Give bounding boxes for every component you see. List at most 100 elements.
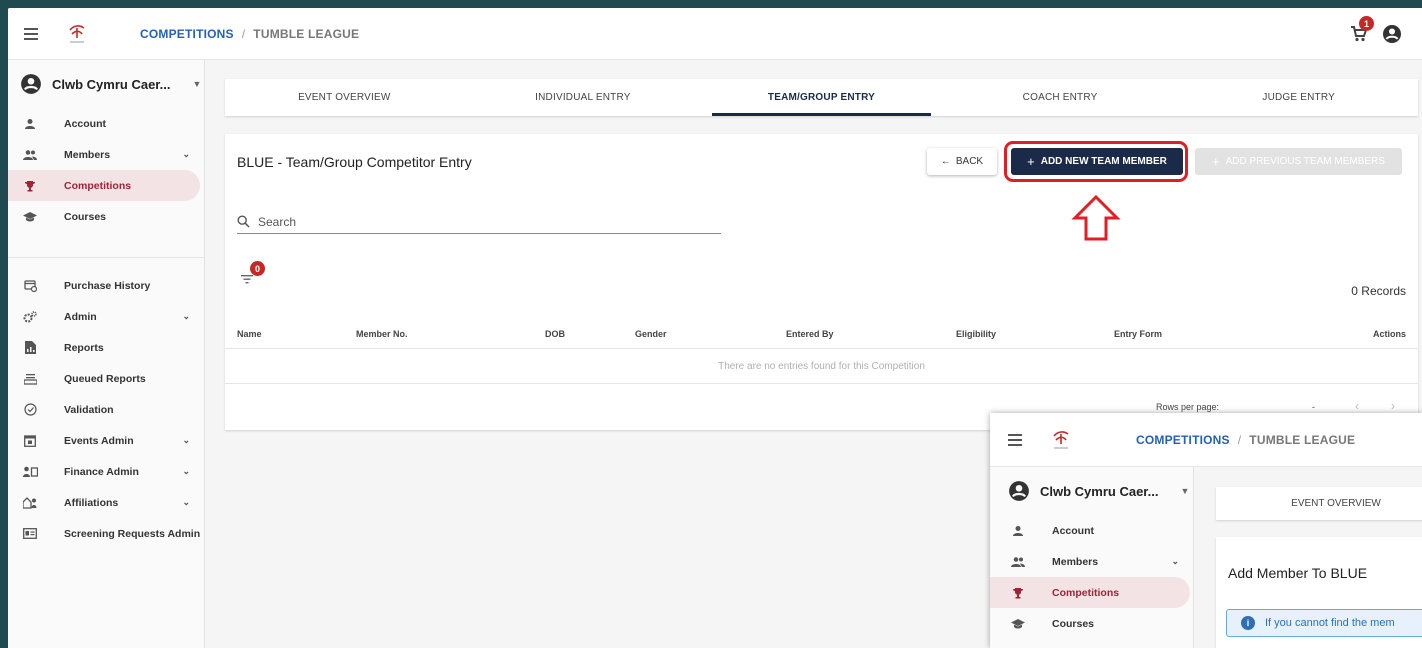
tab-team-group-entry[interactable]: TEAM/GROUP ENTRY — [702, 79, 941, 116]
dropdown-icon: ▼ — [1180, 486, 1190, 496]
school-icon — [1010, 616, 1026, 632]
prev-page-icon[interactable]: ‹ — [1355, 399, 1359, 413]
breadcrumb-competitions[interactable]: COMPETITIONS — [1136, 433, 1230, 447]
menu-icon[interactable] — [1008, 433, 1022, 446]
tab-event-overview[interactable]: EVENT OVERVIEW — [1216, 487, 1422, 520]
entry-card: BLUE - Team/Group Competitor Entry ← BAC… — [225, 134, 1418, 430]
sidebar-item-account[interactable]: Account — [990, 515, 1193, 546]
sidebar-item-label: Account — [1052, 524, 1094, 537]
sidebar-item-queued-reports[interactable]: Queued Reports — [8, 363, 204, 394]
records-count: 0 Records — [1351, 284, 1406, 298]
plus-icon: + — [1212, 154, 1220, 169]
column-dob[interactable]: DOB — [545, 329, 565, 339]
account-circle-icon — [21, 74, 41, 94]
next-page-icon[interactable]: › — [1391, 399, 1395, 413]
breadcrumb-separator: / — [1237, 432, 1242, 447]
add-member-card: Add Member To BLUE i If you cannot find … — [1216, 537, 1422, 648]
column-name[interactable]: Name — [237, 329, 262, 339]
sidebar-item-members[interactable]: Members ⌄ — [990, 546, 1193, 577]
cart-badge: 1 — [1359, 16, 1374, 31]
cart-button[interactable]: 1 — [1348, 16, 1374, 44]
tab-event-overview[interactable]: EVENT OVERVIEW — [225, 79, 464, 116]
sidebar-item-account[interactable]: Account — [8, 108, 204, 139]
sidebar-item-courses[interactable]: Courses — [8, 201, 204, 232]
school-icon — [22, 209, 38, 225]
sidebar-item-label: Members — [64, 148, 111, 161]
group-icon — [1010, 554, 1026, 570]
back-button[interactable]: ← BACK — [927, 148, 997, 175]
breadcrumb-competitions[interactable]: COMPETITIONS — [140, 27, 234, 41]
sidebar-item-events-admin[interactable]: Events Admin ⌄ — [8, 425, 204, 456]
table-header: Name Member No. DOB Gender Entered By El… — [225, 319, 1418, 349]
chevron-down-icon: ⌄ — [182, 435, 190, 445]
chevron-down-icon: ⌄ — [1171, 556, 1179, 566]
sidebar-item-reports[interactable]: Reports — [8, 332, 204, 363]
column-entry-form[interactable]: Entry Form — [1114, 329, 1162, 339]
sidebar-item-label: Competitions — [64, 179, 132, 192]
empty-state-message: There are no entries found for this Comp… — [225, 350, 1418, 384]
sidebar-item-purchase-history[interactable]: Purchase History — [8, 270, 204, 301]
logo-icon — [1053, 430, 1069, 449]
org-selector[interactable]: Clwb Cymru Caer... ▼ — [990, 467, 1193, 515]
breadcrumb-current: TUMBLE LEAGUE — [1249, 432, 1356, 447]
arrow-up-annotation-icon — [1071, 194, 1121, 241]
history-icon — [22, 278, 38, 294]
inset-sidebar: Clwb Cymru Caer... ▼ Account Members ⌄ C… — [990, 467, 1194, 648]
id-card-icon — [22, 526, 38, 542]
sidebar-item-admin[interactable]: Admin ⌄ — [8, 301, 204, 332]
tab-individual-entry[interactable]: INDIVIDUAL ENTRY — [464, 79, 703, 116]
org-selector[interactable]: Clwb Cymru Caer... ▼ — [8, 60, 204, 108]
column-entered-by[interactable]: Entered By — [786, 329, 834, 339]
column-actions: Actions — [1372, 329, 1406, 339]
sidebar-item-label: Purchase History — [64, 279, 151, 292]
info-icon: i — [1241, 616, 1255, 630]
top-bar: COMPETITIONS / TUMBLE LEAGUE 1 — [8, 8, 1422, 60]
add-previous-team-members-button[interactable]: + ADD PREVIOUS TEAM MEMBERS — [1195, 148, 1402, 175]
menu-icon[interactable] — [24, 27, 38, 40]
account-circle-icon — [1009, 481, 1029, 501]
arrow-left-icon: ← — [940, 156, 951, 167]
account-circle-icon[interactable] — [1382, 24, 1402, 44]
column-gender[interactable]: Gender — [635, 329, 667, 339]
sidebar-item-courses[interactable]: Courses — [990, 608, 1193, 639]
search-placeholder: Search — [258, 214, 297, 229]
sidebar-item-label: Admin — [64, 310, 97, 323]
tab-judge-entry[interactable]: JUDGE ENTRY — [1179, 79, 1418, 116]
chevron-down-icon: ⌄ — [182, 497, 190, 507]
trophy-icon — [22, 178, 38, 194]
chevron-down-icon: ⌄ — [182, 149, 190, 159]
sidebar-item-finance-admin[interactable]: Finance Admin ⌄ — [8, 456, 204, 487]
sidebar-divider — [8, 232, 204, 258]
tab-coach-entry[interactable]: COACH ENTRY — [941, 79, 1180, 116]
info-alert-text: If you cannot find the mem — [1265, 617, 1395, 629]
sidebar-item-competitions[interactable]: Competitions — [990, 577, 1190, 608]
sidebar-item-label: Courses — [64, 210, 107, 223]
inset-screenshot: COMPETITIONS / TUMBLE LEAGUE Clwb Cymru Ca… — [990, 413, 1422, 648]
filter-button[interactable]: 0 — [239, 261, 265, 288]
sidebar-item-competitions[interactable]: Competitions — [8, 170, 200, 201]
sidebar-item-affiliations[interactable]: Affiliations ⌄ — [8, 487, 204, 518]
finance-icon — [22, 464, 38, 480]
sidebar-item-label: Affiliations — [64, 496, 119, 509]
column-eligibility[interactable]: Eligibility — [956, 329, 996, 339]
breadcrumb-current: TUMBLE LEAGUE — [253, 26, 360, 41]
column-member-no[interactable]: Member No. — [356, 329, 408, 339]
page-title: BLUE - Team/Group Competitor Entry — [237, 154, 472, 170]
highlight-box — [1004, 141, 1188, 182]
affiliation-icon — [22, 495, 38, 511]
queue-icon — [22, 371, 38, 387]
org-name: Clwb Cymru Caer... — [1040, 483, 1159, 499]
sidebar-item-label: Courses — [1052, 617, 1095, 630]
settings-icon — [22, 309, 38, 325]
search-input[interactable]: Search — [237, 210, 721, 234]
sidebar-item-screening-requests-admin[interactable]: Screening Requests Admin — [8, 518, 204, 549]
sidebar-item-label: Finance Admin — [64, 465, 139, 478]
chevron-down-icon: ⌄ — [182, 311, 190, 321]
rows-per-page-label: Rows per page: — [1156, 402, 1220, 412]
add-previous-team-members-label: ADD PREVIOUS TEAM MEMBERS — [1225, 156, 1385, 167]
inset-breadcrumb: COMPETITIONS / TUMBLE LEAGUE — [1136, 433, 1355, 447]
sidebar-item-members[interactable]: Members ⌄ — [8, 139, 204, 170]
search-icon — [237, 215, 250, 228]
sidebar: Clwb Cymru Caer... ▼ Account Members ⌄ C… — [8, 60, 205, 648]
sidebar-item-validation[interactable]: Validation — [8, 394, 204, 425]
